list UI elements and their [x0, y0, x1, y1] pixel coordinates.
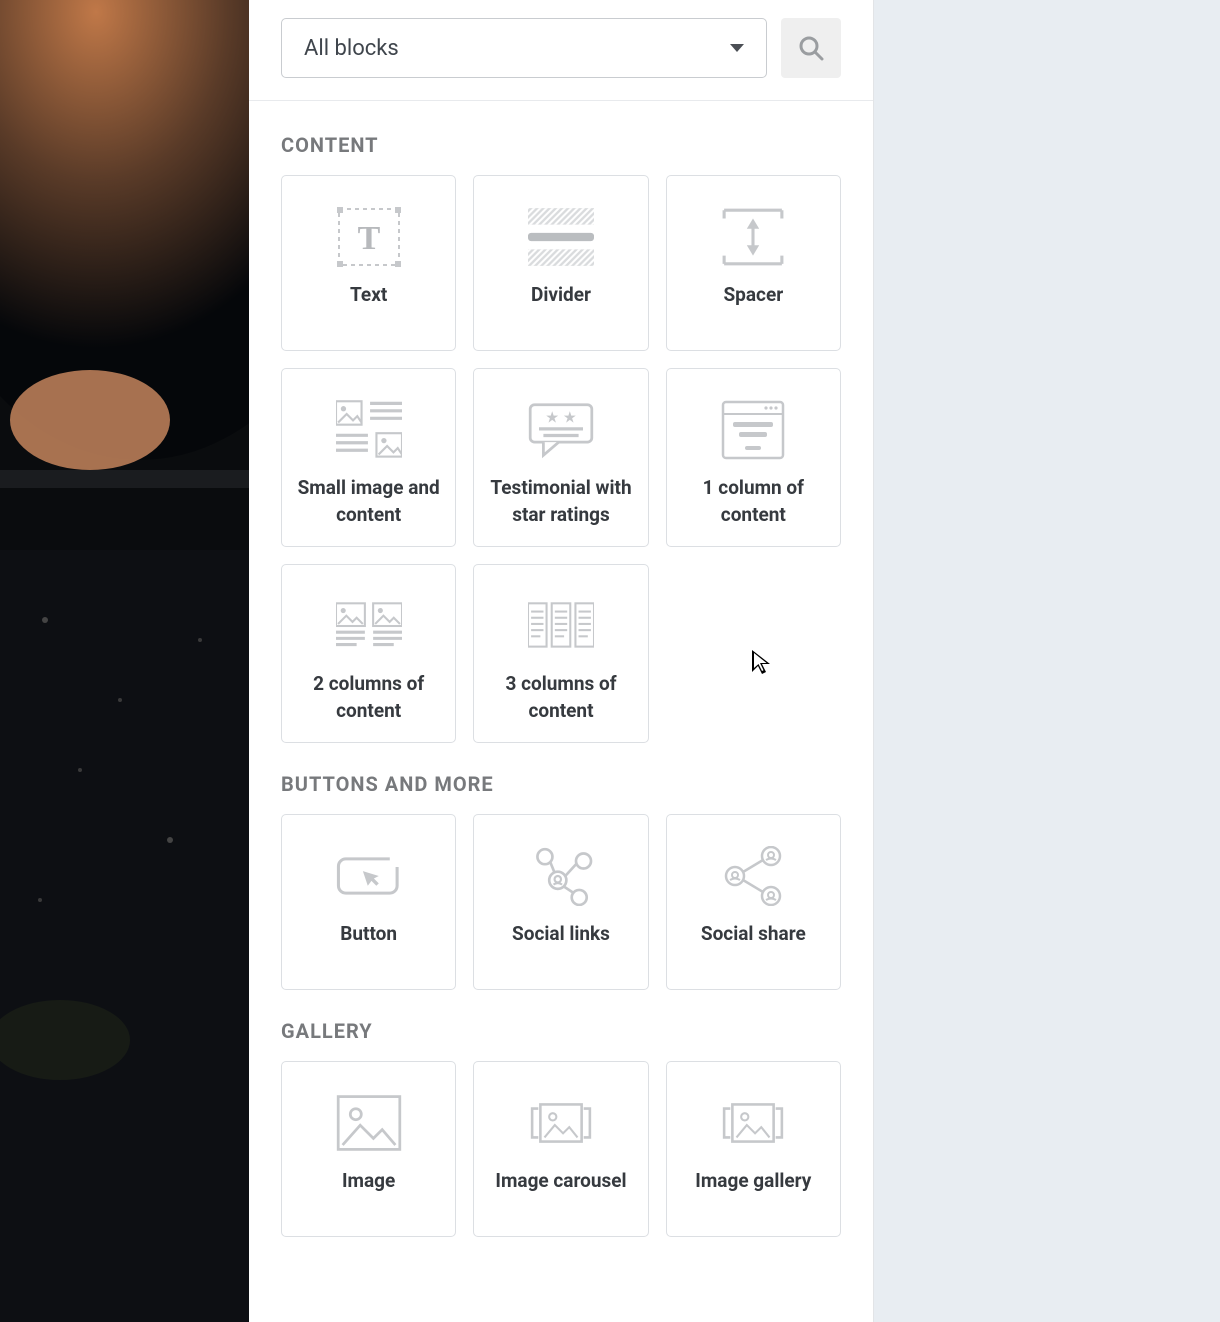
- block-card-divider[interactable]: Divider: [473, 175, 648, 351]
- col3-icon: [528, 587, 594, 665]
- divider-icon: [528, 198, 594, 276]
- block-card-social-share[interactable]: Social share: [666, 814, 841, 990]
- block-card-col2[interactable]: 2 columns of content: [281, 564, 456, 743]
- image-icon: [336, 1084, 402, 1162]
- section-header: CONTENT: [281, 133, 841, 157]
- block-card-small-image-content[interactable]: Small image and content: [281, 368, 456, 547]
- block-card-label: Social share: [701, 921, 806, 948]
- block-card-gallery[interactable]: Image gallery: [666, 1061, 841, 1237]
- block-card-label: Divider: [531, 282, 591, 309]
- block-grid: Button Social links Social share: [281, 814, 841, 990]
- spacer-icon: [720, 198, 786, 276]
- block-card-label: Small image and content: [294, 475, 443, 528]
- block-card-label: Image carousel: [495, 1168, 626, 1195]
- block-card-social-links[interactable]: Social links: [473, 814, 648, 990]
- blocks-scroll-area: CONTENT Text Divider Spacer Small image and …: [249, 101, 873, 1266]
- block-card-button[interactable]: Button: [281, 814, 456, 990]
- block-card-label: 2 columns of content: [294, 671, 443, 724]
- blocks-panel: All blocks CONTENT Text Divider Spacer Small…: [249, 0, 874, 1322]
- block-card-label: 3 columns of content: [486, 671, 635, 724]
- block-card-testimonial[interactable]: Testimonial with star ratings: [473, 368, 648, 547]
- panel-toolbar: All blocks: [249, 0, 873, 101]
- block-card-spacer[interactable]: Spacer: [666, 175, 841, 351]
- testimonial-icon: [528, 391, 594, 469]
- section-header: GALLERY: [281, 1019, 841, 1043]
- block-card-label: Social links: [512, 921, 610, 948]
- block-card-label: Button: [340, 921, 397, 948]
- block-card-image[interactable]: Image: [281, 1061, 456, 1237]
- gallery-icon: [720, 1084, 786, 1162]
- social-share-icon: [720, 837, 786, 915]
- block-card-label: Image gallery: [695, 1168, 811, 1195]
- small-image-content-icon: [336, 391, 402, 469]
- block-filter-value: All blocks: [304, 36, 730, 61]
- social-links-icon: [528, 837, 594, 915]
- block-grid: Image Image carousel Image gallery: [281, 1061, 841, 1237]
- col2-icon: [336, 587, 402, 665]
- block-card-label: Image: [342, 1168, 395, 1195]
- block-card-text[interactable]: Text: [281, 175, 456, 351]
- carousel-icon: [528, 1084, 594, 1162]
- block-filter-select[interactable]: All blocks: [281, 18, 767, 78]
- block-grid: Text Divider Spacer Small image and content…: [281, 175, 841, 743]
- col1-icon: [720, 391, 786, 469]
- block-card-col3[interactable]: 3 columns of content: [473, 564, 648, 743]
- caret-down-icon: [730, 44, 744, 52]
- canvas-background-image: [0, 0, 249, 1322]
- block-card-label: Spacer: [723, 282, 783, 309]
- search-button[interactable]: [781, 18, 841, 78]
- section-header: BUTTONS AND MORE: [281, 772, 841, 796]
- button-icon: [336, 837, 402, 915]
- search-icon: [798, 35, 824, 61]
- block-card-label: Text: [350, 282, 387, 309]
- right-gutter: [874, 0, 1220, 1322]
- block-card-label: 1 column of content: [679, 475, 828, 528]
- text-icon: [336, 198, 402, 276]
- block-card-carousel[interactable]: Image carousel: [473, 1061, 648, 1237]
- block-card-label: Testimonial with star ratings: [486, 475, 635, 528]
- block-card-col1[interactable]: 1 column of content: [666, 368, 841, 547]
